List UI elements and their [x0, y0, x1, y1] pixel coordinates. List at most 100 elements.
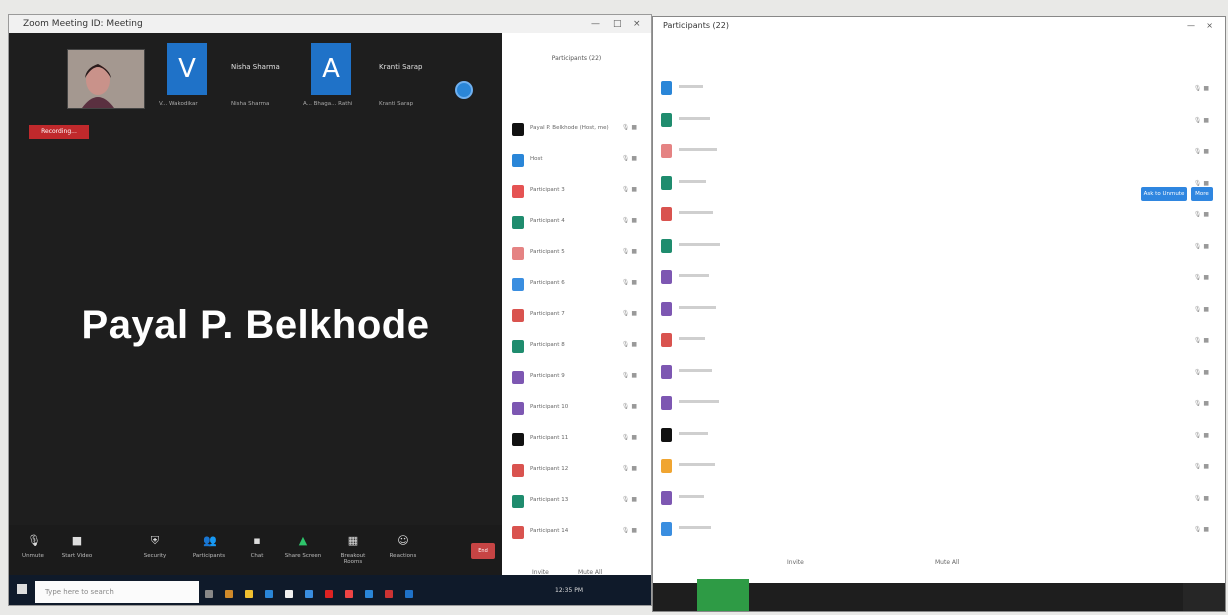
participant-name: Participant 9 [530, 373, 565, 379]
unmute-button[interactable]: 🎙 Unmute [11, 534, 55, 560]
participant-row[interactable]: 🎙 ■ [653, 451, 1225, 482]
meeting-toolbar: 🎙 Unmute ■ Start Video ⛨ Security 👥 Particip… [9, 525, 502, 575]
participant-row[interactable]: Participant 13 🎙 ■ [502, 487, 651, 517]
active-speaker-name: Payal P. Belkhode [81, 303, 430, 347]
participants-window: Participants (22) — × 🎙 ■ 🎙 ■ 🎙 ■ 🎙 ■ 🎙 ■ 🎙 ■… [652, 16, 1226, 612]
participant-row[interactable]: 🎙 ■ [653, 168, 1225, 199]
avatar [661, 459, 672, 473]
breakout-rooms-button[interactable]: ▦ Breakout Rooms [331, 535, 375, 566]
mic-icon: 🎙 [27, 534, 41, 547]
participant-row[interactable]: 🎙 ■ [653, 514, 1225, 545]
participant-row[interactable]: 🎙 ■ [653, 357, 1225, 388]
participant-row[interactable]: 🎙 ■ [653, 388, 1225, 419]
participant-row[interactable]: 🎙 ■ [653, 420, 1225, 451]
avatar [661, 270, 672, 284]
participant-row[interactable]: Payal P. Belkhode (Host, me) 🎙 ■ [502, 115, 651, 145]
avatar [512, 340, 524, 353]
participant-row[interactable]: Participant 4 🎙 ■ [502, 208, 651, 238]
app-icon[interactable] [385, 590, 393, 598]
mic-video-status-icon: 🎙 ■ [621, 310, 637, 317]
participant-tile[interactable]: Nisha Sharma Nisha Sharma [231, 37, 305, 115]
participant-row[interactable]: 🎙 ■ [653, 262, 1225, 293]
participant-name [679, 431, 708, 437]
avatar [661, 175, 672, 190]
mic-video-status-icon: 🎙 ■ [1193, 211, 1209, 218]
video-icon: ■ [71, 534, 83, 547]
avatar [661, 81, 672, 95]
participant-row[interactable]: 🎙 ■ [653, 73, 1225, 104]
reactions-button[interactable]: ☺ Reactions [381, 534, 425, 560]
tile-caption: V... Wakodikar [159, 101, 198, 107]
self-video-thumbnail[interactable] [67, 49, 145, 109]
end-meeting-button[interactable]: End [471, 543, 495, 559]
app-icon[interactable] [405, 590, 413, 598]
zoom-app-icon[interactable] [365, 590, 373, 598]
app-icon[interactable] [325, 590, 333, 598]
participant-row[interactable]: Participant 6 🎙 ■ [502, 270, 651, 300]
chrome-icon[interactable] [345, 590, 353, 598]
participant-row[interactable]: 🎙 ■ [653, 325, 1225, 356]
participants-button[interactable]: 👥 Participants [187, 534, 231, 560]
participant-name: Participant 4 [530, 218, 565, 224]
participant-name [679, 147, 717, 153]
share-screen-button[interactable]: ▲ Share Screen [281, 535, 325, 560]
store-icon[interactable] [285, 590, 293, 598]
participant-row[interactable]: Participant 14 🎙 ■ [502, 518, 651, 548]
participant-row[interactable]: 🎙 ■ [653, 483, 1225, 514]
participant-name: Participant 13 [530, 497, 569, 503]
participant-row[interactable]: Participant 11 🎙 ■ [502, 425, 651, 455]
mic-video-status-icon: 🎙 ■ [1193, 431, 1209, 439]
avatar [661, 490, 672, 505]
close-icon[interactable]: × [1206, 17, 1213, 35]
start-icon[interactable] [17, 584, 27, 594]
taskbar-search-input[interactable]: Type here to search [35, 581, 199, 603]
participants-icon: 👥 [203, 534, 217, 547]
mail-icon[interactable] [305, 590, 313, 598]
mic-video-status-icon: 🎙 ■ [621, 465, 637, 472]
more-button[interactable]: More [1191, 187, 1213, 201]
ask-to-unmute-button[interactable]: Ask to Unmute [1141, 187, 1187, 201]
participant-tile[interactable]: A A... Bhaga... Rathi [303, 37, 377, 115]
mic-video-status-icon: 🎙 ■ [1193, 494, 1209, 502]
maximize-icon[interactable]: □ [613, 15, 622, 33]
participant-row[interactable]: Participant 10 🎙 ■ [502, 394, 651, 424]
avatar [512, 464, 524, 477]
start-video-button[interactable]: ■ Start Video [55, 534, 99, 560]
participant-row[interactable]: Host 🎙 ■ [502, 146, 651, 176]
avatar [661, 333, 672, 347]
participant-name: Participant 3 [530, 187, 565, 193]
participant-row[interactable]: Participant 7 🎙 ■ [502, 301, 651, 331]
participant-row[interactable]: Participant 12 🎙 ■ [502, 456, 651, 486]
invite-button[interactable]: Invite [787, 559, 804, 566]
close-icon[interactable]: × [633, 15, 641, 33]
participant-tile[interactable]: Kranti Sarap Kranti Sarap [379, 37, 453, 115]
next-page-icon[interactable] [455, 81, 473, 99]
participant-row[interactable]: 🎙 ■ [653, 199, 1225, 230]
participant-name: Participant 7 [530, 311, 565, 317]
mute-all-button[interactable]: Mute All [935, 559, 959, 566]
avatar [661, 112, 672, 127]
taskview-icon[interactable] [205, 590, 213, 598]
folder-icon[interactable] [225, 590, 233, 598]
participant-row[interactable]: Participant 3 🎙 ■ [502, 177, 651, 207]
participant-row[interactable]: 🎙 ■ [653, 105, 1225, 136]
avatar [512, 123, 524, 136]
participant-row[interactable]: 🎙 ■ [653, 294, 1225, 325]
chat-button[interactable]: ▪ Chat [235, 535, 279, 560]
participant-row[interactable]: 🎙 ■ [653, 231, 1225, 262]
green-tile [697, 579, 749, 611]
minimize-icon[interactable]: — [591, 15, 600, 33]
window-title: Participants (22) — × [653, 17, 1225, 35]
edge-icon[interactable] [265, 590, 273, 598]
participant-row[interactable]: 🎙 ■ [653, 136, 1225, 167]
minimize-icon[interactable]: — [1187, 17, 1195, 35]
participant-tile[interactable]: V V... Wakodikar [159, 37, 233, 115]
face-image [68, 50, 144, 108]
explorer-icon[interactable] [245, 590, 253, 598]
security-button[interactable]: ⛨ Security [133, 535, 177, 560]
mic-video-status-icon: 🎙 ■ [621, 124, 637, 131]
reactions-icon: ☺ [397, 534, 409, 547]
participant-row[interactable]: Participant 9 🎙 ■ [502, 363, 651, 393]
participant-row[interactable]: Participant 8 🎙 ■ [502, 332, 651, 362]
participant-row[interactable]: Participant 5 🎙 ■ [502, 239, 651, 269]
